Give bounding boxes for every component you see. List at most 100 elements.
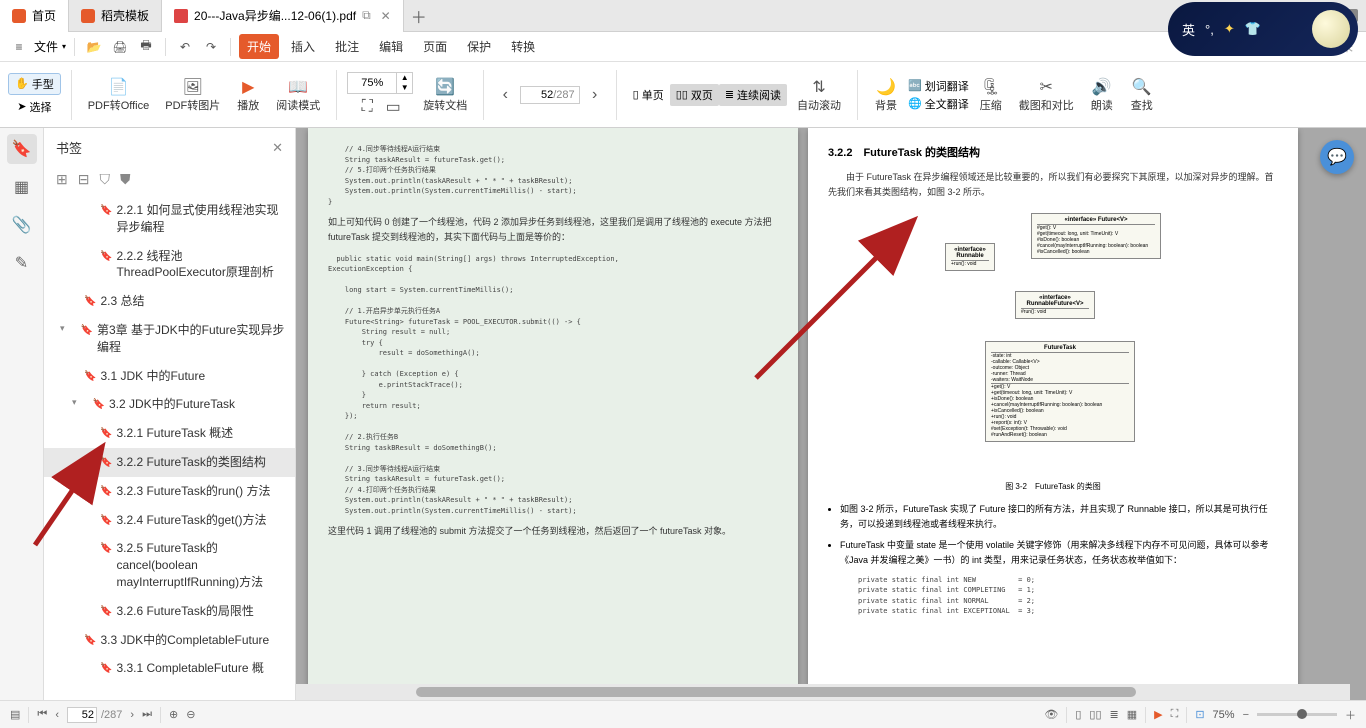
zoom-down-icon[interactable]: ▼ [396,83,412,93]
tab-popout-icon[interactable]: ⧉ [362,8,371,23]
view-single-icon[interactable]: ▯ [1075,708,1081,721]
view-continuous-icon[interactable]: ≣ [1110,708,1119,721]
bookmark-item[interactable]: 🔖3.2.6 FutureTask的局限性 [44,597,295,626]
slider-thumb[interactable] [1297,709,1307,719]
find-button[interactable]: 🔍查找 [1124,75,1160,115]
cursor-icon: ➤ [17,100,26,113]
hamburger-icon[interactable]: ≡ [8,36,30,58]
word-translate-button[interactable]: 🔤划词翻译 [908,78,969,94]
bm-tool3-icon[interactable]: ⛉ [99,171,110,188]
pdf-to-office-button[interactable]: 📄PDF转Office [82,75,156,115]
last-page-icon[interactable]: ⏭ [142,708,152,721]
extract-page-icon[interactable]: ⊖ [186,708,195,721]
bookmark-item[interactable]: 🔖3.2.2 FutureTask的类图结构 [44,448,295,477]
bm-tool4-icon[interactable]: ⛊ [120,171,131,188]
bookmark-item[interactable]: 🔖2.2.2 线程池ThreadPoolExecutor原理剖析 [44,242,295,288]
double-page-button[interactable]: ▯▯双页 [670,84,719,106]
menu-page[interactable]: 页面 [415,34,455,59]
tab-add-button[interactable]: ＋ [404,4,434,28]
bookmark-tab-icon[interactable]: 🔖 [7,134,37,164]
zoom-slider[interactable] [1257,713,1337,716]
menu-annotate[interactable]: 批注 [327,34,367,59]
read-aloud-button[interactable]: 🔊朗读 [1084,75,1120,115]
bookmark-item[interactable]: 🔖3.2.3 FutureTask的run() 方法 [44,477,295,506]
fullscreen-icon[interactable]: ⛶ [1171,708,1179,721]
uml-runnablefuture: «interface» RunnableFuture<V>#run(): voi… [1015,291,1095,319]
bookmark-item[interactable]: 🔖3.2.1 FutureTask 概述 [44,419,295,448]
tab-file-label: 20---Java异步编...12-06(1).pdf [194,7,356,24]
bookmark-item[interactable]: 🔖2.2.1 如何显式使用线程池实现异步编程 [44,196,295,242]
bm-tool2-icon[interactable]: ⊟ [78,171,90,188]
view-double-icon[interactable]: ▯▯ [1089,708,1101,721]
autoscroll-button[interactable]: ⇅自动滚动 [791,75,847,115]
page-input-box[interactable]: /287 [520,86,579,104]
tab-template[interactable]: 稻壳模板 [69,0,162,32]
open-icon[interactable]: 📂 [83,36,105,58]
menu-edit[interactable]: 编辑 [371,34,411,59]
close-panel-icon[interactable]: ✕ [272,140,283,156]
status-page-input[interactable]: /287 [67,707,122,723]
menu-protect[interactable]: 保护 [459,34,499,59]
document-viewport[interactable]: // 4.同步等待线程A运行结束 String taskAResult = fu… [296,128,1366,700]
bookmark-label: 3.2.4 FutureTask的get()方法 [116,512,266,529]
eye-icon[interactable]: 👁 [1044,708,1058,721]
zoom-up-icon[interactable]: ▲ [396,73,412,83]
menu-convert[interactable]: 转换 [503,34,543,59]
bookmark-icon: 🔖 [84,295,96,309]
page-input[interactable] [525,89,553,101]
zoom-input[interactable] [348,77,396,89]
zoom-combo[interactable]: ▲▼ [347,72,413,94]
print-icon[interactable]: 🖶 [135,36,157,58]
menu-start[interactable]: 开始 [239,34,279,59]
next-page-icon[interactable]: › [584,84,606,106]
zoom-in-icon[interactable]: ＋ [1345,707,1356,723]
zoom-out-icon[interactable]: − [1243,709,1249,721]
select-tool-button[interactable]: ➤选择 [11,97,57,117]
bookmark-item[interactable]: 🔖3.1 JDK 中的Future [44,362,295,391]
menu-insert[interactable]: 插入 [283,34,323,59]
save-icon[interactable]: 🖨 [109,36,131,58]
single-page-button[interactable]: ▯单页 [627,84,670,106]
annotation-tab-icon[interactable]: ✎ [7,248,37,278]
bookmark-item[interactable]: 🔖3.2.5 FutureTask的cancel(boolean mayInte… [44,534,295,596]
read-mode-button[interactable]: 📖阅读模式 [270,75,326,115]
background-button[interactable]: 🌙背景 [868,75,904,115]
attachment-tab-icon[interactable]: 📎 [7,210,37,240]
thumbnail-tab-icon[interactable]: ▦ [7,172,37,202]
bm-tool1-icon[interactable]: ⊞ [56,171,68,188]
undo-icon[interactable]: ↶ [174,36,196,58]
redo-icon[interactable]: ↷ [200,36,222,58]
next-page-icon[interactable]: › [130,709,134,721]
bookmark-item[interactable]: ▾🔖3.2 JDK中的FutureTask [44,390,295,419]
view-grid-icon[interactable]: ▦ [1127,708,1137,721]
bookmark-item[interactable]: 🔖3.3 JDK中的CompletableFuture [44,626,295,655]
full-translate-button[interactable]: 🌐全文翻译 [908,96,969,112]
play-status-icon[interactable]: ▶ [1154,708,1162,721]
scrollbar-thumb[interactable] [416,687,1136,697]
bookmark-item[interactable]: 🔖2.3 总结 [44,287,295,316]
prev-page-icon[interactable]: ‹ [55,709,59,721]
rotate-button[interactable]: 🔄旋转文档 [417,75,473,115]
prev-page-icon[interactable]: ‹ [494,84,516,106]
horizontal-scrollbar[interactable] [296,684,1350,700]
fit-page-icon[interactable]: ▭ [382,96,404,118]
tab-home[interactable]: 首页 [0,0,69,32]
screenshot-button[interactable]: ✂截图和对比 [1013,75,1080,115]
bookmark-item[interactable]: ▾🔖第3章 基于JDK中的Future实现异步编程 [44,316,295,362]
continuous-button[interactable]: ≣连续阅读 [719,84,787,106]
tab-file[interactable]: 20---Java异步编...12-06(1).pdf ⧉ ✕ [162,0,404,32]
pdf-to-image-button[interactable]: 🖼PDF转图片 [159,75,226,115]
hand-tool-button[interactable]: ✋手型 [8,73,61,95]
fit-icon[interactable]: ⊡ [1195,708,1204,721]
tab-close-icon[interactable]: ✕ [381,9,391,23]
bookmark-item[interactable]: 🔖3.2.4 FutureTask的get()方法 [44,506,295,535]
file-menu[interactable]: 文件 ▾ [34,38,66,55]
floating-translate-button[interactable]: 💬 [1320,140,1354,174]
bookmark-item[interactable]: 🔖3.3.1 CompletableFuture 概 [44,654,295,683]
play-button[interactable]: ▶播放 [230,75,266,115]
add-page-icon[interactable]: ⊕ [169,708,178,721]
fit-width-icon[interactable]: ⛶ [356,96,378,118]
first-page-icon[interactable]: ⏮ [37,708,47,721]
layout-icon[interactable]: ▤ [10,708,20,721]
compress-button[interactable]: 🗜压缩 [973,75,1009,115]
